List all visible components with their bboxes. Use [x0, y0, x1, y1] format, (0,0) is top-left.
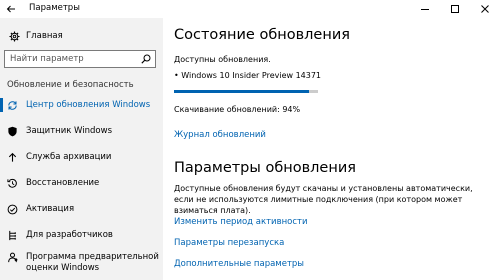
shield-icon — [8, 126, 17, 137]
title-bar: Параметры — [0, 0, 500, 18]
sync-icon — [8, 101, 17, 110]
back-arrow-icon — [6, 5, 15, 13]
sidebar-item-label: Восстановление — [26, 178, 100, 188]
advanced-options-link[interactable]: Дополнительные параметры — [174, 259, 304, 269]
sidebar-item-activation[interactable]: Активация — [0, 200, 163, 220]
sidebar-item-label: Для разработчиков — [26, 230, 113, 240]
minimize-icon — [421, 9, 429, 10]
sidebar-item-backup[interactable]: Служба архивации — [0, 148, 163, 168]
sidebar-item-label: Защитник Windows — [26, 126, 113, 136]
download-progress-bar — [174, 90, 318, 93]
sidebar-item-windows-update[interactable]: Центр обновления Windows — [0, 96, 163, 116]
window-title: Параметры — [29, 3, 80, 13]
check-circle-icon — [7, 204, 18, 215]
download-progress-fill — [174, 90, 310, 93]
sidebar-item-insider[interactable]: Программа предварительной оценки Windows — [0, 248, 163, 276]
home-label: Главная — [26, 31, 63, 41]
update-history-link[interactable]: Журнал обновлений — [174, 130, 266, 140]
sidebar-item-developers[interactable]: Для разработчиков — [0, 226, 163, 246]
sidebar-item-label: Активация — [26, 204, 75, 214]
sidebar-item-label: Центр обновления Windows — [26, 100, 151, 110]
section-label: Обновление и безопасность — [7, 80, 134, 90]
main-content: Состояние обновления Доступны обновления… — [163, 18, 500, 280]
home-nav-item[interactable]: Главная — [0, 28, 163, 46]
update-item: • Windows 10 Insider Preview 14371 — [174, 71, 322, 80]
gear-icon — [9, 31, 20, 42]
search-icon[interactable] — [141, 54, 151, 64]
active-indicator — [0, 98, 3, 112]
sidebar-item-label: Программа предварительной оценки Windows — [26, 252, 159, 273]
close-button[interactable] — [470, 0, 500, 18]
back-button[interactable] — [0, 0, 22, 18]
maximize-button[interactable] — [440, 0, 470, 18]
developer-icon — [9, 230, 16, 241]
restart-options-link[interactable]: Параметры перезапуска — [174, 238, 284, 248]
sidebar-item-recovery[interactable]: Восстановление — [0, 174, 163, 194]
sidebar-item-defender[interactable]: Защитник Windows — [0, 122, 163, 142]
updates-available-text: Доступны обновления. — [174, 55, 271, 64]
close-icon — [481, 5, 489, 13]
change-active-hours-link[interactable]: Изменить период активности — [174, 217, 308, 227]
sidebar-item-label: Служба архивации — [26, 152, 112, 162]
maximize-icon — [451, 5, 459, 13]
search-placeholder: Найти параметр — [10, 54, 84, 64]
download-status-text: Скачивание обновлений: 94% — [174, 105, 301, 114]
backup-arrow-icon — [8, 152, 17, 162]
minimize-button[interactable] — [410, 0, 440, 18]
update-settings-heading: Параметры обновления — [174, 160, 356, 176]
history-icon — [7, 178, 17, 188]
insider-icon — [8, 252, 18, 263]
sidebar: Главная Найти параметр Обновление и безо… — [0, 18, 163, 280]
update-status-heading: Состояние обновления — [174, 27, 350, 43]
update-settings-description: Доступные обновления будут скачаны и уст… — [174, 184, 473, 215]
search-input[interactable]: Найти параметр — [4, 50, 156, 68]
